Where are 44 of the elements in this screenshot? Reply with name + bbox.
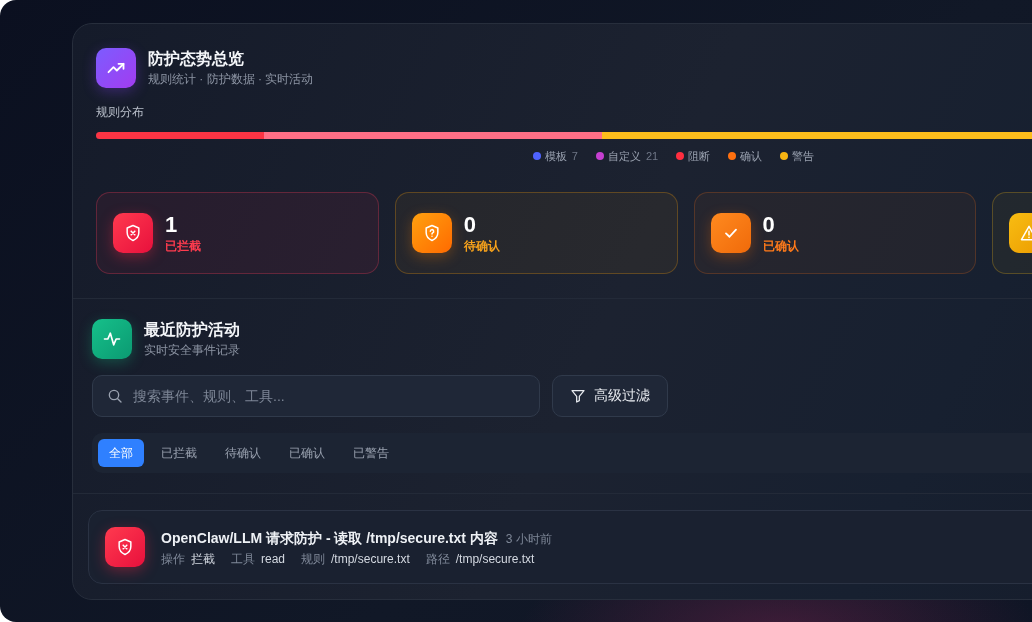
event-time: 3 小时前 bbox=[505, 530, 552, 548]
stat-value: 0 bbox=[762, 212, 776, 237]
legend-label: 自定义 bbox=[607, 149, 641, 163]
stat-label: 已拦截 bbox=[165, 237, 201, 254]
event-title: OpenClaw/LLM 请求防护 - 读取 /tmp/secure.txt 内容 bbox=[161, 528, 498, 548]
stat-value: 0 bbox=[463, 212, 477, 237]
event-card[interactable]: OpenClaw/LLM 请求防护 - 读取 /tmp/secure.txt 内容 3 小时前 操作 拦截 工具 read 规则 /tmp/secure.txt 路径 /tmp/secure.txt bbox=[88, 510, 1032, 584]
shield-x-icon bbox=[113, 213, 153, 253]
legend-label: 确认 bbox=[740, 149, 763, 163]
stat-value: 1 bbox=[165, 212, 179, 237]
pulse-icon bbox=[92, 319, 132, 359]
legend-label: 阻断 bbox=[688, 149, 711, 163]
filter-tab[interactable]: 已拦截 bbox=[150, 439, 208, 467]
legend-label: 警告 bbox=[792, 149, 815, 163]
field-value: /tmp/secure.txt bbox=[455, 550, 535, 567]
field-label: 规则 bbox=[301, 550, 326, 567]
filter-tab[interactable]: 已确认 bbox=[278, 439, 336, 467]
filter-icon bbox=[570, 388, 586, 404]
distribution-label: 规则分布 bbox=[96, 104, 145, 120]
field-label: 路径 bbox=[425, 550, 450, 567]
search-icon bbox=[107, 388, 123, 404]
stat-label: 已确认 bbox=[762, 237, 799, 254]
filter-tab[interactable]: 全部 bbox=[98, 439, 144, 467]
legend-count: 21 bbox=[645, 149, 659, 163]
shield-x-icon bbox=[105, 527, 145, 567]
checkmark-icon bbox=[710, 213, 751, 253]
filter-tab[interactable]: 待确认 bbox=[214, 439, 272, 467]
stat-label: 待确认 bbox=[463, 237, 500, 254]
field-label: 操作 bbox=[161, 550, 185, 567]
legend-label: 模板 bbox=[544, 149, 567, 163]
field-label: 工具 bbox=[231, 550, 255, 567]
overview-title: 防护态势总览 bbox=[148, 49, 245, 69]
overview-subtitle: 规则统计 · 防护数据 · 实时活动 bbox=[148, 71, 314, 87]
field-value: read bbox=[261, 550, 286, 567]
shield-question-icon bbox=[411, 213, 452, 253]
filter-tab[interactable]: 已警告 bbox=[342, 439, 400, 467]
activity-subtitle: 实时安全事件记录 bbox=[144, 342, 240, 358]
search-field[interactable]: 搜索事件、规则、工具... bbox=[92, 375, 540, 417]
advanced-filter-button[interactable]: 高级过滤 bbox=[552, 375, 668, 417]
field-value: 拦截 bbox=[191, 550, 215, 567]
activity-title: 最近防护活动 bbox=[144, 320, 240, 340]
trend-up-icon bbox=[96, 48, 136, 88]
legend-count: 7 bbox=[571, 149, 578, 163]
field-value: /tmp/secure.txt bbox=[331, 550, 410, 567]
